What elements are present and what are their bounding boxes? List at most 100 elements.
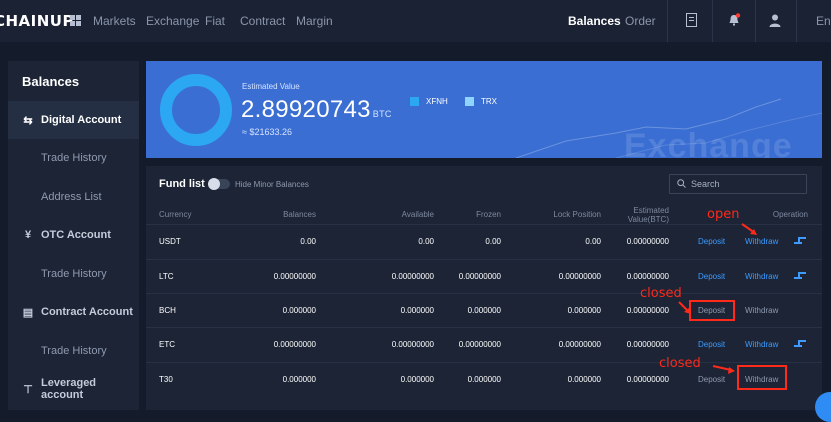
cell-lock-position: 0.000000 — [567, 306, 601, 315]
nav-fiat[interactable]: Fiat — [205, 14, 225, 28]
header-frozen: Frozen — [476, 210, 501, 219]
sidebar-item-otc-trade-history[interactable]: Trade History — [8, 255, 139, 293]
cell-lock-position: 0.00000000 — [558, 272, 601, 281]
cell-currency: ETC — [159, 340, 175, 349]
header-operation: Operation — [772, 210, 808, 219]
document-icon[interactable] — [683, 11, 699, 29]
cell-currency: LTC — [159, 272, 174, 281]
legend-xfnh: XFNH — [410, 97, 448, 106]
top-nav-bar: CHAINUP Markets Exchange Fiat Contract M… — [0, 0, 831, 42]
cell-frozen: 0.00 — [485, 237, 501, 246]
grid-icon[interactable] — [70, 15, 81, 26]
cell-lock-position: 0.000000 — [567, 375, 601, 384]
search-placeholder: Search — [691, 179, 720, 189]
sidebar-item-address-list[interactable]: Address List — [8, 178, 139, 216]
header-available: Available — [401, 210, 434, 219]
cell-lock-position: 0.00000000 — [558, 340, 601, 349]
header-estimated: Estimated Value(BTC) — [611, 206, 669, 224]
annotation-arrow — [741, 223, 757, 235]
transfer-arrows-icon: ⇆ — [23, 114, 33, 127]
estimated-value-usd: ≈ $21633.26 — [242, 127, 292, 137]
cell-balances: 0.00000000 — [273, 340, 316, 349]
sidebar-item-label: Contract Account — [41, 306, 133, 318]
sidebar-item-label: Leveraged account — [41, 377, 97, 401]
cell-frozen: 0.00000000 — [458, 272, 501, 281]
deposit-button[interactable]: Deposit — [698, 340, 725, 349]
nav-balances[interactable]: Balances — [568, 14, 621, 28]
cell-available: 0.000000 — [400, 306, 434, 315]
deposit-button[interactable]: Deposit — [698, 375, 725, 384]
header-balances: Balances — [283, 210, 316, 219]
table-row: LTC 0.00000000 0.00000000 0.00000000 0.00000… — [146, 259, 822, 293]
nav-contract[interactable]: Contract — [240, 14, 285, 28]
header-estimated-line2: Value(BTC) — [627, 215, 669, 224]
sidebar-item-contract-account[interactable]: ▤ Contract Account — [8, 293, 139, 331]
contract-doc-icon: ▤ — [22, 306, 34, 319]
sidebar-item-contract-trade-history[interactable]: Trade History — [8, 332, 139, 370]
header-currency: Currency — [159, 210, 192, 219]
estimated-value-unit: BTC — [372, 109, 392, 119]
estimated-value-banner: Estimated Value 2.89920743 BTC ≈ $21633.2… — [146, 61, 822, 158]
legend-label: XFNH — [426, 97, 448, 106]
cell-available: 0.00000000 — [391, 340, 434, 349]
header-lock-position: Lock Position — [553, 210, 601, 219]
sidebar-item-trade-history[interactable]: Trade History — [8, 139, 139, 177]
cell-estimated-value: 0.00000000 — [626, 237, 669, 246]
bell-icon[interactable] — [726, 11, 742, 29]
language-selector[interactable]: Eng — [816, 14, 831, 28]
withdraw-button[interactable]: Withdraw — [745, 340, 778, 349]
nav-margin[interactable]: Margin — [296, 14, 333, 28]
user-icon[interactable] — [767, 11, 783, 29]
cell-frozen: 0.000000 — [467, 375, 501, 384]
logo[interactable]: CHAINUP — [0, 12, 74, 30]
annotation-highlight-withdraw — [737, 365, 787, 390]
table-row: USDT 0.00 0.00 0.00 0.00 0.00000000 Deposit Wit… — [146, 224, 822, 258]
nav-markets[interactable]: Markets — [93, 14, 136, 28]
cell-balances: 0.00000000 — [273, 272, 316, 281]
legend-swatch — [410, 97, 419, 106]
sidebar-item-otc-account[interactable]: ¥ OTC Account — [8, 216, 139, 254]
deposit-button[interactable]: Deposit — [698, 237, 725, 246]
search-input[interactable]: Search — [669, 174, 807, 194]
divider — [755, 0, 756, 42]
sidebar: Balances ⇆ Digital Account Trade History… — [8, 61, 139, 410]
cell-estimated-value: 0.00000000 — [626, 375, 669, 384]
hide-minor-label: Hide Minor Balances — [235, 180, 309, 189]
withdraw-button[interactable]: Withdraw — [745, 237, 778, 246]
estimated-value-amount: 2.89920743 — [241, 96, 371, 123]
annotation-open: open — [707, 207, 740, 222]
table-row: ETC 0.00000000 0.00000000 0.00000000 0.00000… — [146, 327, 822, 361]
cell-currency: BCH — [159, 306, 176, 315]
cell-available: 0.00000000 — [391, 272, 434, 281]
cell-frozen: 0.000000 — [467, 306, 501, 315]
cell-frozen: 0.00000000 — [458, 340, 501, 349]
transfer-icon[interactable] — [794, 338, 806, 350]
annotation-highlight-deposit — [689, 300, 735, 321]
estimated-value: 2.89920743 BTC — [241, 96, 392, 124]
cell-currency: USDT — [159, 237, 181, 246]
cell-balances: 0.000000 — [282, 375, 316, 384]
cell-estimated-value: 0.00000000 — [626, 340, 669, 349]
search-icon — [677, 178, 686, 190]
withdraw-button[interactable]: Withdraw — [745, 272, 778, 281]
transfer-icon[interactable] — [794, 270, 806, 282]
leverage-icon: ⊤ — [23, 383, 33, 396]
estimated-value-label: Estimated Value — [242, 82, 300, 91]
sidebar-item-label: OTC Account — [41, 229, 111, 241]
transfer-icon[interactable] — [794, 235, 806, 247]
nav-order[interactable]: Order — [625, 14, 656, 28]
nav-exchange[interactable]: Exchange — [146, 14, 199, 28]
sidebar-item-digital-account[interactable]: ⇆ Digital Account — [8, 101, 139, 139]
annotation-closed-bch: closed — [640, 286, 682, 301]
sidebar-item-label: Digital Account — [41, 114, 122, 126]
sidebar-item-leveraged-account[interactable]: ⊤ Leveraged account — [8, 370, 139, 408]
exchange-watermark: Exchange — [624, 127, 793, 158]
divider — [712, 0, 713, 42]
divider — [667, 0, 668, 42]
legend-label: TRX — [481, 97, 497, 106]
hide-minor-toggle[interactable] — [208, 178, 230, 190]
deposit-button[interactable]: Deposit — [698, 272, 725, 281]
withdraw-button[interactable]: Withdraw — [745, 306, 778, 315]
legend-trx: TRX — [465, 97, 497, 106]
annotation-arrow — [712, 365, 735, 374]
